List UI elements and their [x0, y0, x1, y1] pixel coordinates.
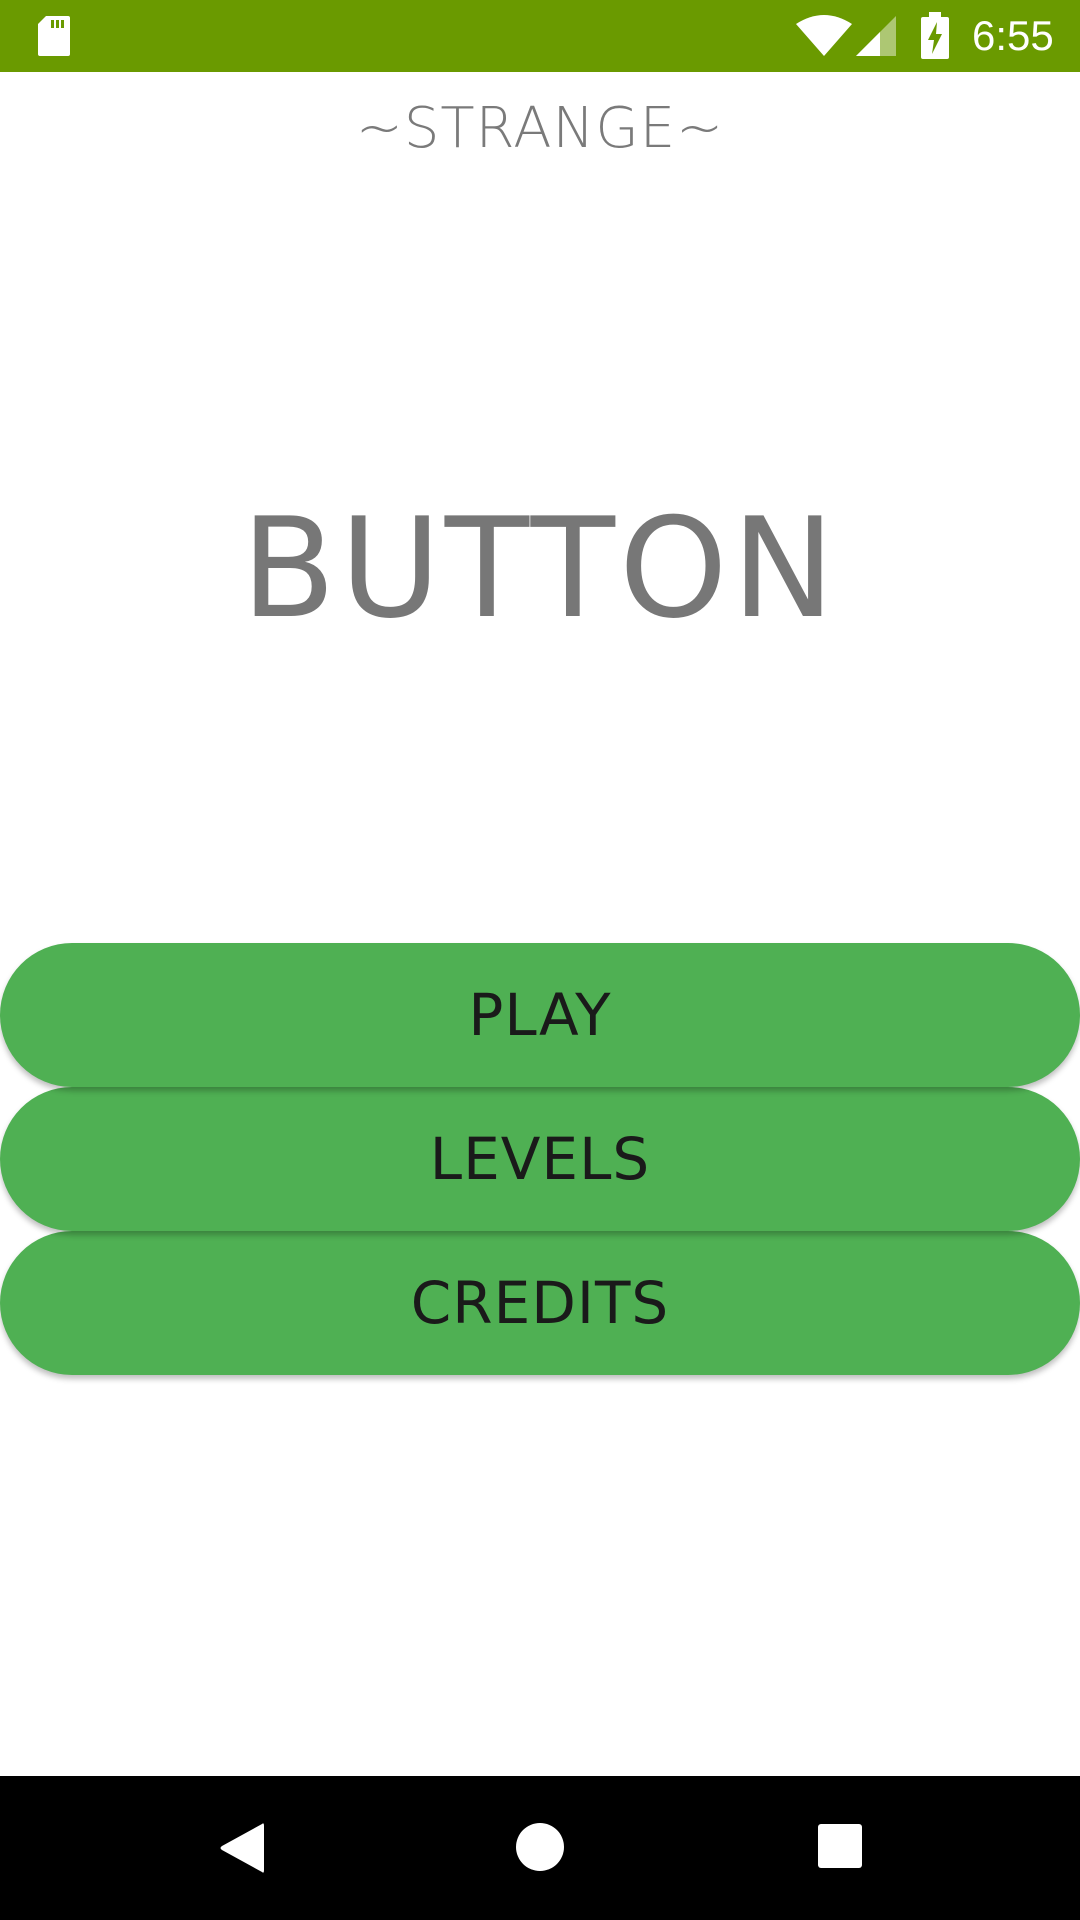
app-subtitle: ~STRANGE~ — [355, 96, 725, 161]
navigation-bar — [0, 1776, 1080, 1920]
play-button-label: PLAY — [468, 981, 612, 1049]
home-icon[interactable] — [515, 1822, 565, 1872]
wifi-icon — [796, 15, 852, 56]
app-title: BUTTON — [241, 488, 839, 649]
sd-card-icon — [38, 16, 70, 56]
credits-button-label: CREDITS — [410, 1269, 670, 1337]
levels-button[interactable]: LEVELS — [0, 1087, 1080, 1231]
status-bar: 6:55 — [0, 0, 1080, 72]
status-clock: 6:55 — [972, 12, 1054, 59]
credits-button[interactable]: CREDITS — [0, 1231, 1080, 1375]
main-menu-screen: 6:55 ~STRANGE~ BUTTON PLAY LEVELS CREDIT… — [0, 0, 1080, 1920]
battery-charging-icon — [921, 12, 949, 59]
levels-button-label: LEVELS — [429, 1125, 651, 1193]
back-icon[interactable] — [216, 1820, 266, 1876]
recents-icon[interactable] — [817, 1823, 863, 1869]
play-button[interactable]: PLAY — [0, 943, 1080, 1087]
cell-signal-icon — [856, 16, 896, 56]
